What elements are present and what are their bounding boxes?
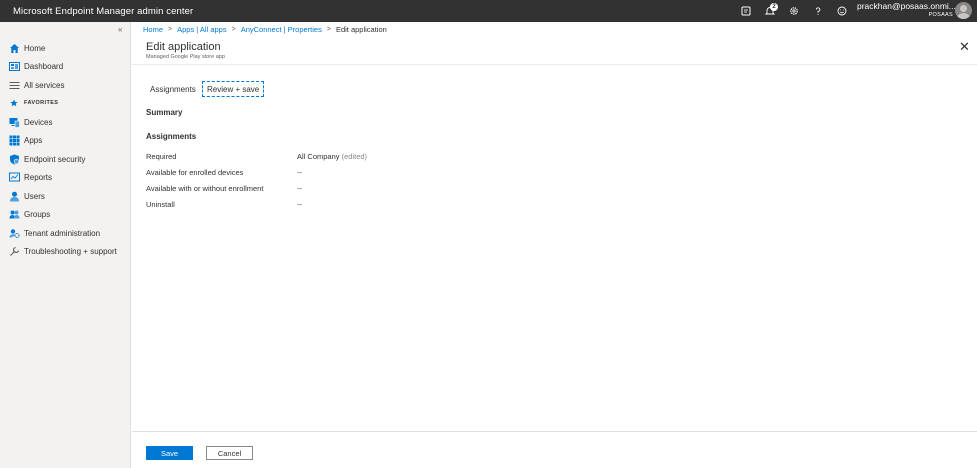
page-title: Edit application (146, 41, 221, 53)
available-enrolled-label: Available for enrolled devices (146, 168, 244, 177)
header-divider (132, 64, 977, 65)
breadcrumb-properties-link[interactable]: AnyConnect | Properties (241, 25, 322, 34)
tenant-admin-icon (8, 227, 20, 239)
sidebar-item-reports[interactable]: Reports (0, 169, 131, 185)
available-enrolled-value: -- (297, 168, 302, 177)
available-without-enrollment-value: -- (297, 184, 302, 193)
app-title[interactable]: Microsoft Endpoint Manager admin center (0, 6, 193, 17)
help-icon[interactable] (806, 0, 830, 22)
cancel-button[interactable]: Cancel (206, 446, 253, 460)
notifications-icon[interactable]: 2 (758, 0, 782, 22)
notification-badge: 2 (770, 3, 778, 11)
wrench-icon (8, 245, 20, 257)
account-info[interactable]: prackhan@posaas.onmi... POSAAS (857, 1, 956, 19)
collapse-sidebar-icon[interactable]: « (118, 25, 122, 34)
settings-gear-icon[interactable] (782, 0, 806, 22)
summary-heading: Summary (146, 108, 183, 117)
sidebar-item-all-services[interactable]: All services (0, 77, 131, 93)
groups-icon (8, 208, 20, 220)
dashboard-icon (8, 60, 20, 72)
required-group: All Company (297, 152, 340, 161)
sidebar: « Home Dashboard All services FAVORITES … (0, 22, 131, 468)
sidebar-item-label: Reports (24, 172, 53, 182)
star-icon (8, 97, 20, 109)
sidebar-item-dashboard[interactable]: Dashboard (0, 58, 131, 74)
page-subtitle: Managed Google Play store app (146, 54, 225, 60)
breadcrumb-apps-link[interactable]: Apps | All apps (177, 25, 226, 34)
breadcrumb-current: Edit application (335, 25, 387, 34)
sidebar-item-troubleshooting-support[interactable]: Troubleshooting + support (0, 243, 131, 259)
tab-review-save[interactable]: Review + save (202, 81, 265, 97)
required-value: All Company (edited) (297, 152, 367, 161)
sidebar-item-label: Apps (24, 135, 43, 145)
required-label: Required (146, 152, 177, 161)
sidebar-item-users[interactable]: Users (0, 188, 131, 204)
feedback-icon[interactable] (734, 0, 758, 22)
footer-divider (132, 431, 977, 432)
chevron-right-icon: > (231, 26, 236, 33)
tab-assignments[interactable]: Assignments (146, 81, 200, 97)
sidebar-item-label: Endpoint security (24, 154, 86, 164)
sidebar-item-apps[interactable]: Apps (0, 132, 131, 148)
sidebar-item-home[interactable]: Home (0, 40, 131, 56)
sidebar-item-label: Groups (24, 209, 51, 219)
sidebar-item-label: All services (24, 80, 65, 90)
save-button[interactable]: Save (146, 446, 193, 460)
sidebar-item-endpoint-security[interactable]: Endpoint security (0, 151, 131, 167)
apps-grid-icon (8, 134, 20, 146)
smiley-feedback-icon[interactable] (830, 0, 854, 22)
sidebar-item-groups[interactable]: Groups (0, 206, 131, 222)
assignments-heading: Assignments (146, 132, 197, 141)
uninstall-value: -- (297, 200, 302, 209)
uninstall-label: Uninstall (146, 200, 175, 209)
favorites-label: FAVORITES (24, 100, 59, 106)
home-icon (8, 42, 20, 54)
sidebar-item-devices[interactable]: Devices (0, 114, 131, 130)
sidebar-item-label: Dashboard (24, 61, 64, 71)
sidebar-item-label: Users (24, 191, 45, 201)
edited-note: (edited) (341, 152, 368, 161)
available-without-enrollment-label: Available with or without enrollment (146, 184, 264, 193)
sidebar-item-tenant-administration[interactable]: Tenant administration (0, 225, 131, 241)
top-icon-bar: 2 (734, 0, 854, 22)
devices-icon (8, 116, 20, 128)
chevron-right-icon: > (168, 26, 173, 33)
close-icon[interactable]: ✕ (959, 40, 970, 53)
breadcrumb-home-link[interactable]: Home (143, 25, 163, 34)
reports-icon (8, 171, 20, 183)
sidebar-item-label: Devices (24, 117, 53, 127)
list-icon (8, 79, 20, 91)
sidebar-favorites-header: FAVORITES (0, 95, 131, 111)
main-content: Home > Apps | All apps > AnyConnect | Pr… (132, 22, 977, 468)
sidebar-item-label: Tenant administration (24, 228, 101, 238)
user-email: prackhan@posaas.onmi... (857, 1, 956, 11)
chevron-right-icon: > (326, 26, 331, 33)
shield-icon (8, 153, 20, 165)
breadcrumb: Home > Apps | All apps > AnyConnect | Pr… (143, 25, 387, 34)
sidebar-item-label: Home (24, 43, 46, 53)
sidebar-item-label: Troubleshooting + support (24, 246, 117, 256)
user-icon (8, 190, 20, 202)
avatar[interactable] (955, 2, 972, 19)
user-tenant: POSAAS (928, 12, 953, 18)
